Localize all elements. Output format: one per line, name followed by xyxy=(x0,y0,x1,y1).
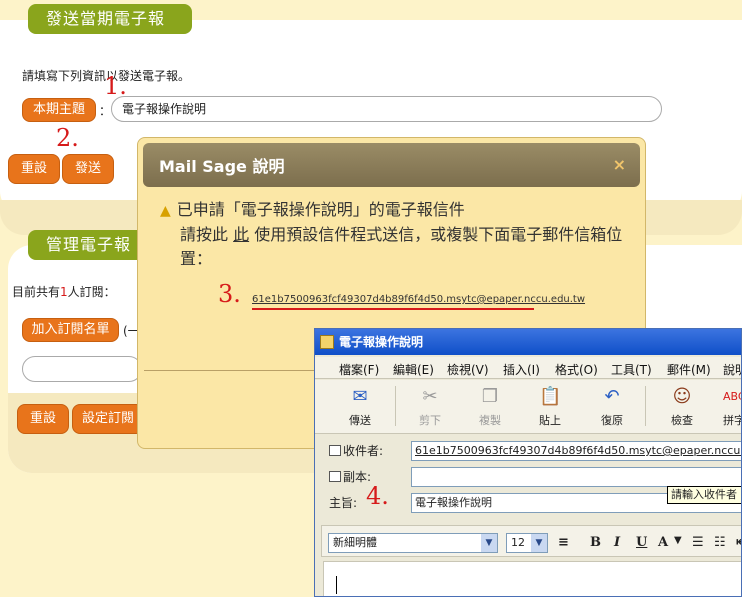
dialog-header: Mail Sage 說明 × xyxy=(143,143,640,187)
indent-icon[interactable]: ⇤ xyxy=(736,535,741,550)
font-size-value: 12 xyxy=(511,536,525,549)
mail-title-bar: 電子報操作說明 xyxy=(315,329,741,355)
toolbar-separator xyxy=(395,386,396,426)
menu-edit[interactable]: 編輯(E) xyxy=(393,361,434,378)
mail-client-link[interactable]: 此 xyxy=(233,225,249,244)
subject-label: 本期主題 xyxy=(22,98,96,122)
bold-button[interactable]: B xyxy=(590,535,601,550)
dialog-email-address[interactable]: 61e1b7500963fcf49307d4b89f6f4d50.msytc@e… xyxy=(252,294,585,305)
subscriber-count: 1 xyxy=(60,285,68,299)
reset-button[interactable]: 重設 xyxy=(8,154,60,184)
subscription-settings-button[interactable]: 設定訂閱 xyxy=(72,404,144,434)
mail-compose-window: 電子報操作說明 檔案(F) 編輯(E) 檢視(V) 插入(I) 格式(O) 工具… xyxy=(314,328,742,597)
menu-format[interactable]: 格式(O) xyxy=(555,361,598,378)
dialog-title: Mail Sage 說明 xyxy=(159,157,285,176)
to-label-text: 收件者: xyxy=(343,444,384,458)
menu-tools[interactable]: 工具(T) xyxy=(611,361,652,378)
annotation-4: 4. xyxy=(366,482,389,510)
font-name-select[interactable]: 新細明體 ▼ xyxy=(328,533,498,553)
email-highlight-underline xyxy=(252,308,534,310)
paste-tool-label: 貼上 xyxy=(539,414,561,427)
envelope-icon xyxy=(320,335,334,349)
bullet-list-icon[interactable]: ☷ xyxy=(714,535,726,550)
send-tool-label: 傳送 xyxy=(349,414,371,427)
subscriber-count-text: 目前共有1人訂閱： xyxy=(12,283,116,300)
undo-icon: ↶ xyxy=(604,386,620,407)
check-names-icon: ☺ xyxy=(672,386,692,407)
annotation-1: 1. xyxy=(104,72,127,100)
subject-field-label: 主旨: xyxy=(329,496,358,510)
chevron-down-icon: ▼ xyxy=(531,534,547,552)
subscriber-suffix: 人訂閱： xyxy=(67,285,116,299)
cc-label: 副本: xyxy=(329,468,371,485)
copy-tool-label: 複製 xyxy=(479,414,501,427)
address-book-icon xyxy=(329,471,341,482)
dialog-line2-pre: 請按此 xyxy=(180,225,229,244)
copy-icon: ❐ xyxy=(481,386,499,407)
to-label: 收件者: xyxy=(329,442,383,459)
cut-tool-label: 剪下 xyxy=(419,414,441,427)
send-icon: ✉ xyxy=(352,386,368,407)
toolbar-separator xyxy=(645,386,646,426)
manage-tab: 管理電子報 xyxy=(28,230,150,260)
mail-menu-bar: 檔案(F) 編輯(E) 檢視(V) 插入(I) 格式(O) 工具(T) 郵件(M… xyxy=(315,357,741,379)
format-toolbar: 新細明體 ▼ 12 ▼ ≡ B I U A ▼ ☰ ☷ ⇤ xyxy=(321,525,741,557)
recipient-tooltip: 請輸入收件者 xyxy=(667,486,741,504)
cc-field[interactable] xyxy=(411,467,741,487)
italic-button[interactable]: I xyxy=(614,535,620,550)
copy-tool-button[interactable]: ❐ 複製 xyxy=(465,386,515,428)
address-book-icon xyxy=(329,445,341,456)
close-icon[interactable]: × xyxy=(613,155,626,174)
annotation-2: 2. xyxy=(56,124,79,152)
add-subscriber-list-button[interactable]: 加入訂閱名單 xyxy=(22,318,119,342)
numbered-list-icon[interactable]: ☰ xyxy=(692,535,704,550)
subscriber-prefix: 目前共有 xyxy=(12,285,61,299)
undo-tool-button[interactable]: ↶ 復原 xyxy=(587,386,637,428)
send-tool-button[interactable]: ✉ 傳送 xyxy=(335,386,385,428)
paste-icon: 📋 xyxy=(539,386,562,407)
subject-input[interactable]: 電子報操作說明 xyxy=(111,96,662,122)
dialog-line1: 已申請「電子報操作說明」的電子報信件 xyxy=(176,200,465,219)
warning-icon: ▲ xyxy=(160,203,171,219)
subject-colon: ： xyxy=(99,104,112,118)
menu-insert[interactable]: 插入(I) xyxy=(503,361,540,378)
send-issue-tab: 發送當期電子報 xyxy=(28,4,192,34)
send-button[interactable]: 發送 xyxy=(62,154,114,184)
annotation-3: 3. xyxy=(218,280,241,308)
chevron-down-icon: ▼ xyxy=(481,534,497,552)
menu-file[interactable]: 檔案(F) xyxy=(339,361,379,378)
text-caret xyxy=(336,576,337,594)
paragraph-style-icon[interactable]: ≡ xyxy=(558,535,569,550)
subscriber-input[interactable] xyxy=(22,356,142,382)
mail-body-editor[interactable] xyxy=(323,561,741,596)
paste-tool-button[interactable]: 📋 貼上 xyxy=(525,386,575,428)
to-field[interactable]: 61e1b7500963fcf49307d4b89f6f4d50.msytc@e… xyxy=(411,441,741,461)
menu-help[interactable]: 說明 xyxy=(723,361,741,378)
spelling-icon: ABC xyxy=(723,390,741,403)
cut-tool-button[interactable]: ✂ 剪下 xyxy=(405,386,455,428)
menu-message[interactable]: 郵件(M) xyxy=(667,361,711,378)
scissors-icon: ✂ xyxy=(422,386,438,407)
font-color-button[interactable]: A xyxy=(658,535,668,550)
dialog-message: ▲ 已申請「電子報操作說明」的電子報信件 請按此 此 使用預設信件程式送信，或複製… xyxy=(160,198,630,271)
check-names-tool-label: 檢查 xyxy=(671,414,693,427)
spelling-tool-label: 拼字 xyxy=(723,414,741,427)
chevron-down-icon[interactable]: ▼ xyxy=(674,535,682,546)
check-names-tool-button[interactable]: ☺ 檢查 xyxy=(657,386,707,428)
font-size-select[interactable]: 12 ▼ xyxy=(506,533,548,553)
mail-window-title: 電子報操作說明 xyxy=(339,335,424,349)
undo-tool-label: 復原 xyxy=(601,414,623,427)
manage-reset-button[interactable]: 重設 xyxy=(17,404,69,434)
spelling-tool-button[interactable]: ABC 拼字 xyxy=(709,386,741,428)
menu-view[interactable]: 檢視(V) xyxy=(447,361,489,378)
underline-button[interactable]: U xyxy=(636,535,647,550)
mail-toolbar: ✉ 傳送 ✂ 剪下 ❐ 複製 📋 貼上 ↶ 復原 ☺ 檢查 ABC 拼字 xyxy=(315,380,741,434)
font-name-value: 新細明體 xyxy=(333,536,377,549)
